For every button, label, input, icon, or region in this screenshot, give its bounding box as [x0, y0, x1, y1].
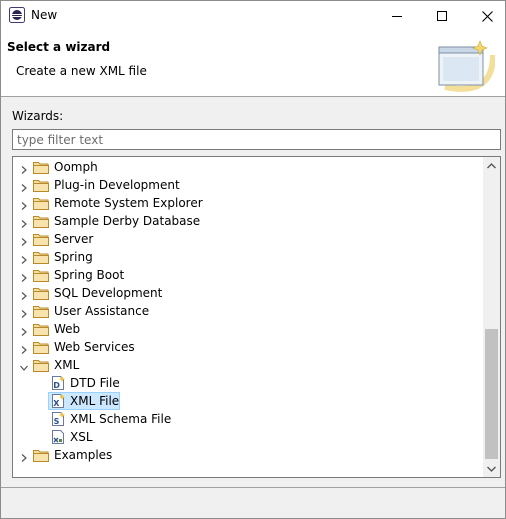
chevron-right-icon[interactable]: [20, 253, 28, 264]
page-description: Create a new XML file: [16, 64, 147, 78]
tree-folder-row[interactable]: Spring: [13, 248, 483, 266]
close-button[interactable]: [464, 1, 506, 31]
tree-item-label: XML File: [70, 394, 120, 408]
tree-item-label: User Assistance: [54, 304, 150, 318]
tree-wizard-row[interactable]: D DTD File: [13, 374, 483, 392]
tree-folder-row[interactable]: Plug-in Development: [13, 176, 483, 194]
title-bar: New: [1, 1, 505, 31]
folder-icon: [33, 214, 49, 228]
tree-item-label: Sample Derby Database: [54, 214, 201, 228]
svg-text:D: D: [53, 381, 60, 390]
xml-schema-file-icon: S: [50, 411, 66, 427]
page-title: Select a wizard: [7, 40, 111, 54]
minimize-button[interactable]: [374, 1, 420, 31]
close-icon: [481, 10, 493, 22]
tree-folder-row[interactable]: Sample Derby Database: [13, 212, 483, 230]
tree-folder-row[interactable]: Web Services: [13, 338, 483, 356]
tree-item-label: XML Schema File: [70, 412, 172, 426]
xml-file-icon: X: [50, 393, 66, 409]
tree-folder-row[interactable]: Oomph: [13, 158, 483, 176]
chevron-right-icon[interactable]: [20, 343, 28, 354]
folder-icon: [33, 232, 49, 246]
vertical-scrollbar[interactable]: [483, 157, 500, 477]
chevron-down-icon: [487, 466, 496, 472]
folder-icon: [33, 340, 49, 354]
wizards-label: Wizards:: [12, 109, 64, 123]
svg-text:S: S: [54, 417, 60, 426]
scroll-thumb[interactable]: [485, 329, 498, 459]
tree-item-label: XSL: [70, 430, 93, 444]
filter-input[interactable]: [12, 129, 501, 150]
folder-icon: [33, 250, 49, 264]
folder-icon: [33, 304, 49, 318]
tree-item-label: Server: [54, 232, 94, 246]
folder-icon: [33, 322, 49, 336]
chevron-right-icon[interactable]: [20, 325, 28, 336]
chevron-right-icon[interactable]: [20, 235, 28, 246]
eclipse-app-icon: [9, 7, 25, 23]
svg-text:X: X: [53, 399, 60, 408]
folder-icon: [33, 160, 49, 174]
tree-item-label: Plug-in Development: [54, 178, 180, 192]
folder-icon: [33, 268, 49, 282]
tree-item-label: SQL Development: [54, 286, 163, 300]
tree-folder-row[interactable]: Remote System Explorer: [13, 194, 483, 212]
tree-item-label: Web Services: [54, 340, 135, 354]
chevron-down-icon[interactable]: [20, 361, 28, 371]
tree-item-label: Remote System Explorer: [54, 196, 203, 210]
folder-icon: [33, 358, 49, 372]
window-title: New: [31, 8, 58, 22]
footer-separator: [1, 487, 505, 488]
chevron-right-icon[interactable]: [20, 289, 28, 300]
chevron-right-icon[interactable]: [20, 199, 28, 210]
tree-item-label: DTD File: [70, 376, 120, 390]
chevron-right-icon[interactable]: [20, 217, 28, 228]
tree-wizard-row[interactable]: XSL: [13, 428, 483, 446]
tree-folder-row[interactable]: Server: [13, 230, 483, 248]
folder-icon: [33, 286, 49, 300]
maximize-button[interactable]: [419, 1, 465, 31]
tree-wizard-row[interactable]: S XML Schema File: [13, 410, 483, 428]
dtd-file-icon: D: [50, 375, 66, 391]
tree-folder-row[interactable]: SQL Development: [13, 284, 483, 302]
chevron-up-icon: [487, 162, 496, 168]
tree-folder-row[interactable]: Examples: [13, 446, 483, 464]
chevron-right-icon[interactable]: [20, 271, 28, 282]
scroll-down-button[interactable]: [483, 460, 500, 477]
new-wizard-banner-icon: [438, 40, 495, 92]
chevron-right-icon[interactable]: [20, 451, 28, 462]
folder-icon: [33, 196, 49, 210]
tree-folder-row[interactable]: Web: [13, 320, 483, 338]
new-wizard-dialog: New Select a wizard Create a new XML fil…: [0, 0, 506, 519]
xsl-file-icon: [50, 429, 66, 445]
maximize-icon: [437, 11, 447, 21]
tree-item-label: Spring Boot: [54, 268, 125, 282]
minimize-icon: [392, 16, 402, 17]
tree-folder-row[interactable]: Spring Boot: [13, 266, 483, 284]
chevron-right-icon[interactable]: [20, 307, 28, 318]
tree-folder-row[interactable]: User Assistance: [13, 302, 483, 320]
tree-item-label: XML: [54, 358, 80, 372]
tree-item-label: Oomph: [54, 160, 98, 174]
tree-item-label: Examples: [54, 448, 113, 462]
chevron-right-icon[interactable]: [20, 181, 28, 192]
folder-icon: [33, 448, 49, 462]
wizard-tree[interactable]: Oomph Plug-in Development Remote System Ex…: [12, 156, 501, 478]
chevron-right-icon[interactable]: [20, 163, 28, 174]
folder-icon: [33, 178, 49, 192]
tree-item-label: Spring: [54, 250, 93, 264]
scroll-up-button[interactable]: [483, 157, 500, 174]
tree-folder-row[interactable]: XML: [13, 356, 483, 374]
tree-item-label: Web: [54, 322, 81, 336]
tree-wizard-row[interactable]: X XML File: [13, 392, 483, 410]
wizard-header: Select a wizard Create a new XML file: [1, 31, 505, 97]
